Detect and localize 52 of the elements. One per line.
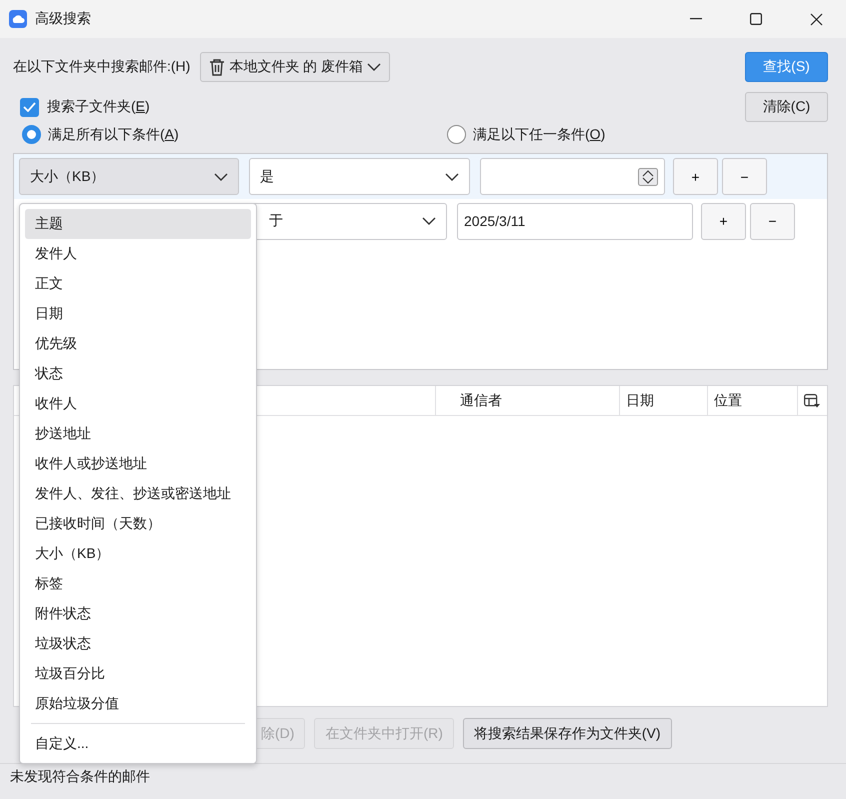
column-picker-icon <box>804 394 820 408</box>
radio-button[interactable] <box>22 125 41 144</box>
menu-item[interactable]: 发件人、发往、抄送或密送地址 <box>25 479 251 509</box>
menu-item[interactable]: 主题 <box>25 209 251 239</box>
menu-item[interactable]: 收件人或抄送地址 <box>25 449 251 479</box>
checkbox-label: 搜索子文件夹(E) <box>47 98 150 116</box>
spinner-icon[interactable] <box>638 168 658 186</box>
menu-item[interactable]: 正文 <box>25 269 251 299</box>
radio-label: 满足以下任一条件(O) <box>473 126 606 144</box>
column-header[interactable]: 通信者 <box>435 386 619 415</box>
action-button[interactable]: 将搜索结果保存作为文件夹(V) <box>462 718 672 749</box>
operator-select[interactable]: 是 <box>249 158 470 195</box>
clear-button[interactable]: 清除(C) <box>745 92 828 122</box>
radio-label: 满足所有以下条件(A) <box>48 126 180 144</box>
column-header[interactable]: 日期 <box>619 386 707 415</box>
menu-item[interactable]: 附件状态 <box>25 599 251 629</box>
folder-label: 在以下文件夹中搜索邮件:(H) <box>13 58 190 76</box>
minimize-icon[interactable] <box>690 18 702 20</box>
radio-button[interactable] <box>447 125 466 144</box>
app-logo-icon <box>9 10 27 28</box>
menu-item[interactable]: 发件人 <box>25 239 251 269</box>
date-field[interactable]: 2025/3/11 <box>457 202 693 240</box>
menu-item[interactable]: 标签 <box>25 569 251 599</box>
remove-button[interactable]: − <box>750 202 795 240</box>
add-button[interactable]: + <box>701 202 746 240</box>
folder-picker[interactable]: 本地文件夹 的 废件箱 <box>200 52 390 82</box>
menu-item[interactable]: 状态 <box>25 359 251 389</box>
menu-item[interactable]: 已接收时间（天数） <box>25 509 251 539</box>
remove-button[interactable]: − <box>722 158 767 195</box>
chevron-down-icon <box>445 172 459 180</box>
menu-item[interactable]: 抄送地址 <box>25 419 251 449</box>
menu-item[interactable]: 大小（KB） <box>25 539 251 569</box>
menu-item[interactable]: 原始垃圾分值 <box>25 689 251 719</box>
menu-item[interactable]: 垃圾百分比 <box>25 659 251 689</box>
menu-item[interactable]: 收件人 <box>25 389 251 419</box>
field-select[interactable]: 大小（KB） <box>19 158 239 195</box>
column-header[interactable]: 位置 <box>707 386 797 415</box>
menu-item[interactable]: 自定义... <box>25 729 251 759</box>
chevron-down-icon <box>367 63 382 71</box>
status-text: 未发现符合条件的邮件 <box>10 768 151 786</box>
add-button[interactable]: + <box>673 158 718 195</box>
menu-item[interactable]: 日期 <box>25 299 251 329</box>
number-field[interactable] <box>480 158 665 195</box>
trash-icon <box>209 58 226 76</box>
menu-item[interactable]: 优先级 <box>25 329 251 359</box>
maximize-icon[interactable] <box>750 13 762 25</box>
menu-item[interactable]: 垃圾状态 <box>25 629 251 659</box>
close-icon[interactable] <box>810 12 822 26</box>
subfolders-checkbox[interactable] <box>20 98 39 116</box>
chevron-down-icon <box>214 172 228 180</box>
chevron-down-icon <box>422 217 436 225</box>
window-title: 高级搜索 <box>35 10 92 28</box>
